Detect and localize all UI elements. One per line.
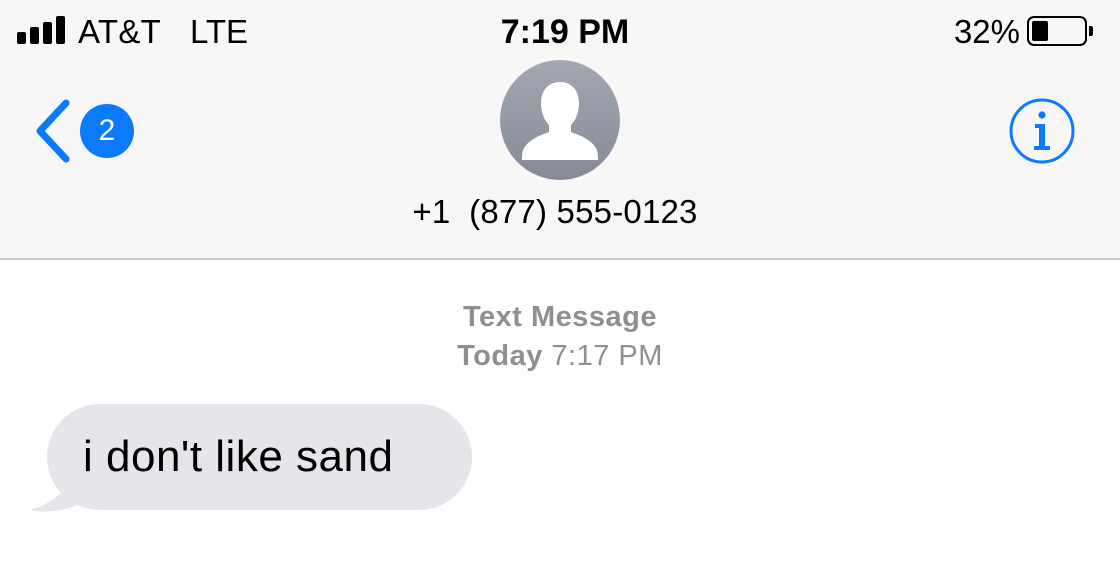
info-icon[interactable] bbox=[1008, 97, 1076, 165]
back-button[interactable]: 2 bbox=[32, 96, 142, 166]
conversation-header: AT&T LTE 7:19 PM 32% 2 +1 (877) 555-0123 bbox=[0, 0, 1120, 260]
contact-name[interactable]: +1 (877) 555-0123 bbox=[0, 190, 1110, 234]
unread-count-badge: 2 bbox=[80, 104, 134, 158]
incoming-message-bubble[interactable]: i don't like sand bbox=[47, 404, 472, 510]
person-silhouette-icon bbox=[500, 60, 620, 180]
timestamp-time: 7:17 PM bbox=[551, 340, 663, 372]
contact-avatar[interactable] bbox=[500, 60, 620, 180]
status-time: 7:19 PM bbox=[500, 13, 630, 51]
message-timestamp: Today 7:17 PM bbox=[0, 336, 1120, 376]
message-service-label: Text Message bbox=[462, 301, 658, 333]
status-bar: AT&T LTE 7:19 PM 32% bbox=[0, 0, 1120, 64]
battery-percent: 32% bbox=[953, 13, 1020, 50]
chevron-left-icon bbox=[36, 99, 70, 163]
timestamp-day: Today bbox=[457, 340, 543, 372]
battery-icon bbox=[1027, 16, 1093, 46]
